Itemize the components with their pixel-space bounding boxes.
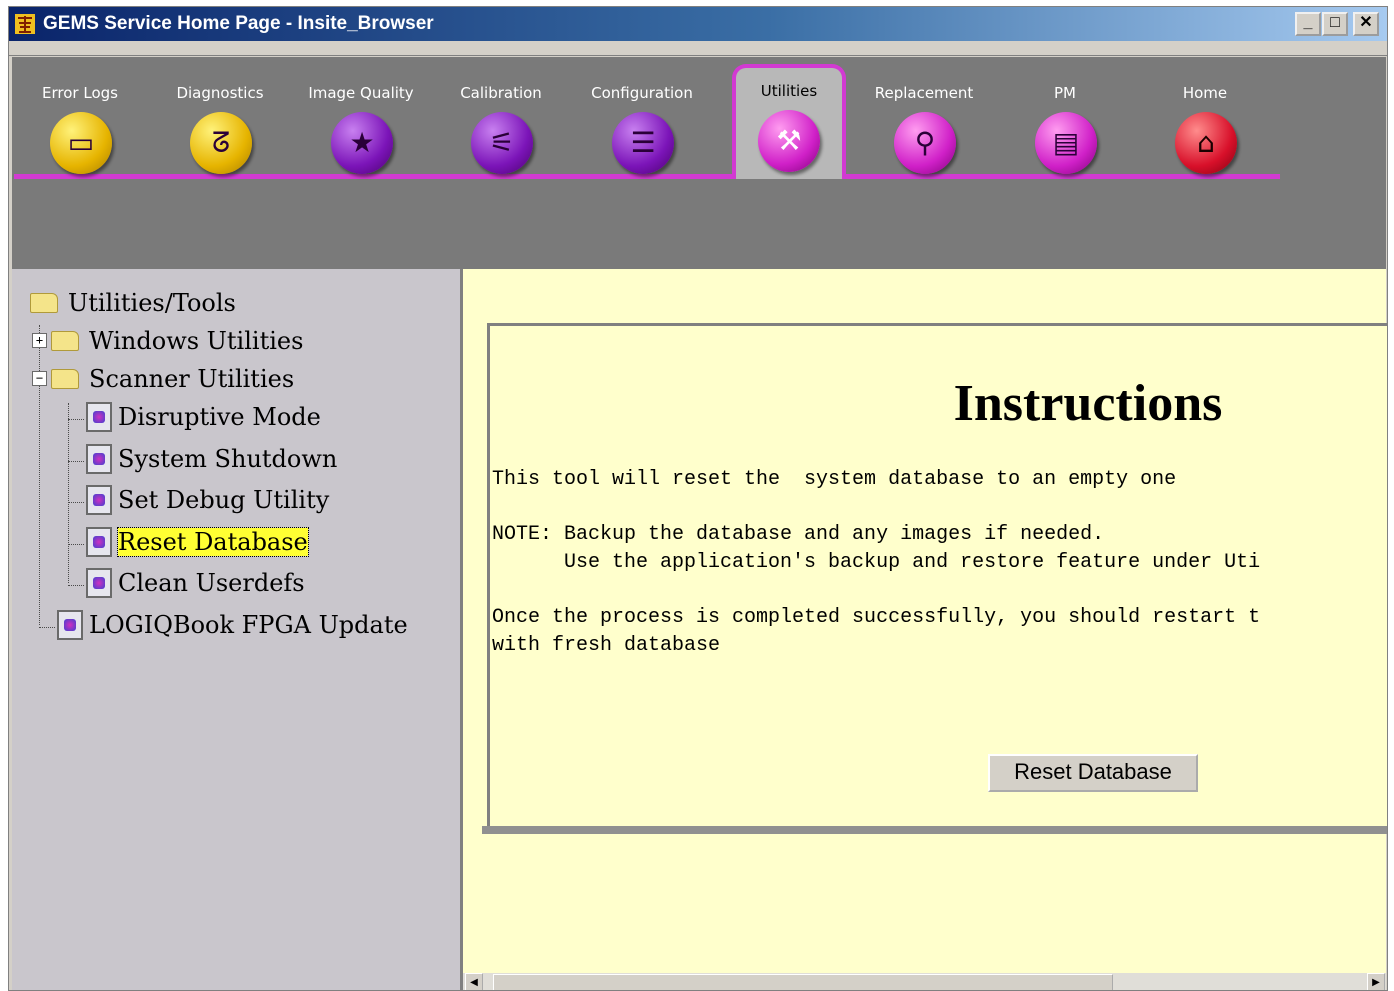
nav-accent-line — [14, 174, 1280, 179]
tree-item-clean-userdefs[interactable]: Clean Userdefs — [86, 567, 305, 600]
scroll-thumb[interactable] — [493, 974, 1113, 990]
browser-window: GEMS Service Home Page - Insite_Browser … — [8, 6, 1388, 991]
page-icon — [86, 401, 112, 432]
instructions-panel: Instructions This tool will reset the sy… — [482, 323, 1387, 834]
log-icon[interactable]: ▭ — [50, 112, 112, 174]
stethoscope-icon[interactable]: ᘔ — [190, 112, 252, 174]
tab-image-quality[interactable]: Image Quality ★ — [293, 64, 429, 174]
page-icon — [86, 567, 112, 598]
collapse-minus-icon[interactable]: − — [32, 371, 47, 386]
instruction-line: Use the application's backup and restore… — [492, 551, 1261, 574]
page-icon — [57, 609, 83, 640]
page-icon — [86, 484, 112, 515]
tab-pm[interactable]: PM ▤ — [997, 64, 1133, 174]
tree-label: Set Debug Utility — [118, 486, 330, 514]
tree-label: System Shutdown — [118, 445, 338, 473]
toolbox-icon[interactable]: ⚒ — [758, 110, 820, 172]
tree-item-disruptive-mode[interactable]: Disruptive Mode — [86, 401, 321, 434]
tree-line — [68, 461, 84, 462]
menu-band — [9, 41, 1387, 56]
tab-label: Configuration — [591, 84, 693, 102]
instruction-line: with fresh database — [492, 634, 721, 657]
nav-bar: Error Logs ▭ Diagnostics ᘔ Image Quality… — [12, 57, 1386, 269]
tab-calibration[interactable]: Calibration ⚟ — [433, 64, 569, 174]
tab-utilities[interactable]: Utilities ⚒ — [732, 64, 846, 179]
configuration-icon[interactable]: ☰ — [612, 112, 674, 174]
tree-label: LOGIQBook FPGA Update — [89, 611, 408, 639]
tab-label: Error Logs — [42, 84, 118, 102]
clipboard-icon[interactable]: ▤ — [1035, 112, 1097, 174]
folder-open-icon — [51, 368, 79, 389]
tab-home[interactable]: Home ⌂ — [1137, 64, 1273, 174]
instructions-title: Instructions — [953, 375, 1223, 432]
reset-database-button[interactable]: Reset Database — [988, 754, 1198, 792]
wrench-icon[interactable]: ⚲ — [894, 112, 956, 174]
tab-label: Image Quality — [308, 84, 414, 102]
tree-node-scanner-utilities[interactable]: − Scanner Utilities — [32, 365, 294, 393]
image-quality-icon[interactable]: ★ — [331, 112, 393, 174]
page-icon — [86, 526, 112, 557]
title-bar[interactable]: GEMS Service Home Page - Insite_Browser … — [9, 7, 1387, 41]
tree-node-windows-utilities[interactable]: + Windows Utilities — [32, 327, 303, 355]
instruction-line: This tool will reset the system database… — [492, 468, 1177, 491]
window-title: GEMS Service Home Page - Insite_Browser — [43, 13, 434, 34]
tree-label-selected: Reset Database — [117, 527, 309, 557]
tree-label: Disruptive Mode — [118, 403, 321, 431]
scroll-right-icon[interactable]: ▶ — [1367, 973, 1385, 990]
content-pane: Instructions This tool will reset the sy… — [463, 269, 1387, 990]
tree-label: Clean Userdefs — [118, 569, 305, 597]
calibration-icon[interactable]: ⚟ — [471, 112, 533, 174]
tab-label: Utilities — [760, 82, 818, 100]
tree-line — [68, 544, 84, 545]
tree-line — [68, 502, 84, 503]
tab-error-logs[interactable]: Error Logs ▭ — [12, 64, 148, 174]
tree-line — [68, 403, 69, 583]
app-icon — [15, 14, 35, 34]
tree-item-reset-database[interactable]: Reset Database — [86, 526, 309, 559]
tree-line — [68, 419, 84, 420]
close-button[interactable]: ✕ — [1353, 12, 1379, 36]
page-icon — [86, 443, 112, 474]
tree-pane: Utilities/Tools + Windows Utilities − Scan… — [12, 269, 463, 990]
tab-label: PM — [1054, 84, 1076, 102]
tree-line — [68, 585, 84, 586]
tab-label: Calibration — [460, 84, 542, 102]
tree-label: Scanner Utilities — [89, 365, 295, 393]
tab-diagnostics[interactable]: Diagnostics ᘔ — [152, 64, 288, 174]
tree-line — [39, 627, 55, 628]
home-icon[interactable]: ⌂ — [1175, 112, 1237, 174]
tab-label: Diagnostics — [176, 84, 264, 102]
folder-icon — [51, 330, 79, 351]
maximize-button[interactable]: □ — [1322, 12, 1348, 36]
tree-label: Utilities/Tools — [68, 289, 236, 317]
tree-item-set-debug-utility[interactable]: Set Debug Utility — [86, 484, 330, 517]
minimize-button[interactable]: _ — [1295, 12, 1321, 36]
folder-open-icon — [30, 292, 58, 313]
tab-label: Replacement — [874, 84, 974, 102]
tree-label: Windows Utilities — [89, 327, 304, 355]
tab-replacement[interactable]: Replacement ⚲ — [856, 64, 992, 174]
scroll-left-icon[interactable]: ◀ — [465, 973, 483, 990]
instruction-note: NOTE: Backup the database and any images… — [492, 523, 1105, 546]
tree-item-system-shutdown[interactable]: System Shutdown — [86, 443, 338, 476]
tree-node-root[interactable]: Utilities/Tools — [30, 289, 236, 317]
instruction-line: Once the process is completed successful… — [492, 606, 1261, 629]
tree-item-logiqbook-fpga-update[interactable]: LOGIQBook FPGA Update — [57, 609, 408, 642]
tab-label: Home — [1182, 84, 1228, 102]
expand-plus-icon[interactable]: + — [32, 333, 47, 348]
tab-configuration[interactable]: Configuration ☰ — [574, 64, 710, 174]
horizontal-scrollbar[interactable]: ◀ ▶ — [463, 973, 1386, 990]
